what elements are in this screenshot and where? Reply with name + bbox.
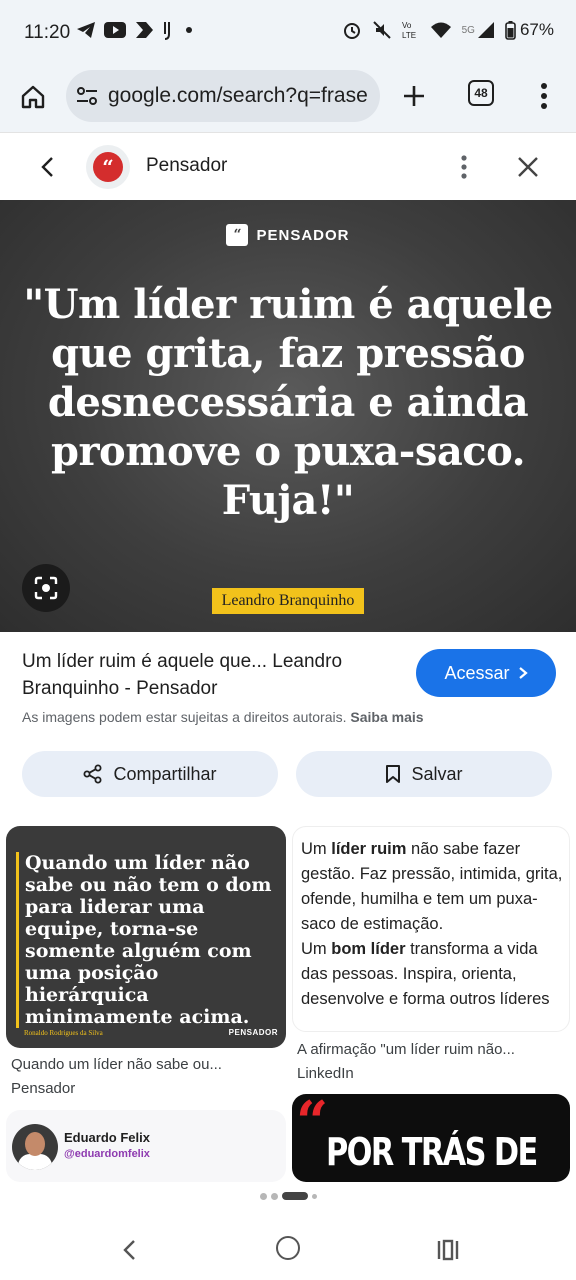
status-bar: 11:20 Vo LTE 5G 67% <box>0 0 576 66</box>
lens-button[interactable] <box>22 564 70 612</box>
browser-menu-button[interactable] <box>530 78 558 114</box>
card-text-part: Um <box>301 840 332 858</box>
card-text: Um líder ruim não sabe fazer gestão. Faz… <box>301 837 563 1012</box>
browser-toolbar: google.com/search?q=frase 48 <box>0 66 576 132</box>
main-quote-image[interactable]: “ PENSADOR "Um líder ruim é aquele que g… <box>0 200 576 632</box>
nav-home-button[interactable] <box>276 1236 300 1260</box>
wifi-icon <box>430 22 451 38</box>
youtube-icon <box>104 22 126 38</box>
author-name: Leandro Branquinho <box>211 588 365 614</box>
more-vert-icon <box>461 155 467 179</box>
close-icon <box>518 157 538 177</box>
card-image-author: Ronaldo Rodrigues da Silva <box>24 1029 103 1037</box>
card-caption[interactable]: A afirmação "um líder ruim não... <box>297 1041 565 1058</box>
home-icon <box>21 85 45 109</box>
card-profile-name: Eduardo Felix <box>64 1130 150 1145</box>
back-icon <box>123 1240 135 1260</box>
chevron-left-icon <box>41 157 53 177</box>
save-label: Salvar <box>411 763 463 784</box>
image-brand: “ PENSADOR <box>0 224 576 246</box>
avatar-face <box>25 1132 45 1156</box>
card-headline: POR TRÁS DE <box>326 1130 538 1174</box>
brand-text: PENSADOR <box>256 226 350 244</box>
share-label: Compartilhar <box>113 763 217 784</box>
dot-icon <box>186 27 192 33</box>
recents-icon <box>437 1239 459 1261</box>
author-badge: Leandro Branquinho <box>0 588 576 614</box>
card-text-bold: bom líder <box>331 940 406 958</box>
page-dot <box>259 1192 267 1200</box>
url-bar[interactable]: google.com/search?q=frase <box>66 70 380 122</box>
tab-switcher-button[interactable]: 48 <box>468 80 494 106</box>
related-image-card[interactable]: Quando um líder não sabe ou não tem o do… <box>6 826 286 1048</box>
share-button[interactable]: Compartilhar <box>22 751 278 797</box>
visit-label: Acessar <box>444 662 510 683</box>
signal-icon <box>477 22 494 38</box>
site-logo: “ <box>86 145 130 189</box>
result-title[interactable]: Um líder ruim é aquele que... Leandro Br… <box>22 648 402 702</box>
bookmark-icon <box>386 765 401 783</box>
panel-more-button[interactable] <box>450 151 478 183</box>
svg-text:Vo: Vo <box>402 21 412 30</box>
system-navigation-bar <box>0 1226 576 1280</box>
alarm-icon <box>343 23 360 39</box>
chevron-right-icon <box>518 667 528 679</box>
card-profile-handle: @eduardomfelix <box>64 1148 150 1160</box>
lens-icon <box>34 576 58 600</box>
site-settings-icon <box>77 87 97 105</box>
visit-button[interactable]: Acessar <box>416 649 556 697</box>
close-button[interactable] <box>512 151 544 183</box>
battery-icon <box>505 20 516 40</box>
rights-note: As imagens podem estar sujeitas a direit… <box>22 709 424 725</box>
page-dot <box>270 1192 278 1200</box>
status-system-icons: Vo LTE 5G 67% <box>342 20 554 40</box>
card-caption[interactable]: Quando um líder não sabe ou... <box>11 1056 283 1073</box>
share-icon <box>83 764 102 784</box>
card-quote: Quando um líder não sabe ou não tem o do… <box>16 852 278 1028</box>
card-text-part: Um <box>301 940 332 958</box>
related-image-card[interactable]: Um líder ruim não sabe fazer gestão. Faz… <box>292 826 570 1032</box>
url-text: google.com/search?q=frase <box>108 84 368 107</box>
volte-icon: VoLTE <box>402 21 416 40</box>
related-image-card[interactable]: “ POR TRÁS DE <box>292 1094 570 1182</box>
avatar <box>12 1124 58 1170</box>
arrow-icon <box>136 22 153 38</box>
pensador-logo-icon: “ <box>93 152 123 182</box>
back-button[interactable] <box>34 153 62 181</box>
save-button[interactable]: Salvar <box>296 751 552 797</box>
plus-icon <box>404 86 424 106</box>
svg-text:LTE: LTE <box>402 31 416 40</box>
status-notification-icons <box>76 20 194 40</box>
mute-icon <box>372 21 391 39</box>
status-time: 11:20 <box>24 22 71 43</box>
rights-text: As imagens podem estar sujeitas a direit… <box>22 709 347 725</box>
pensador-mark-icon: “ <box>226 224 249 246</box>
card-source: Pensador <box>11 1080 76 1097</box>
new-tab-button[interactable] <box>396 78 432 114</box>
page-dot <box>311 1193 317 1199</box>
more-vert-icon <box>541 83 547 109</box>
card-source: LinkedIn <box>297 1065 354 1082</box>
nav-back-button[interactable] <box>116 1236 144 1264</box>
page-dot-active <box>281 1192 308 1200</box>
page-indicator <box>0 1192 576 1200</box>
network-type: 5G <box>461 24 475 36</box>
app-icon <box>164 22 170 40</box>
site-name: Pensador <box>146 155 228 176</box>
learn-more-link[interactable]: Saiba mais <box>350 709 423 725</box>
telegram-icon <box>77 22 95 38</box>
avatar-body <box>18 1154 52 1170</box>
card-image-brand: PENSADOR <box>228 1028 278 1037</box>
image-quote: "Um líder ruim é aquele que grita, faz p… <box>23 281 553 524</box>
related-image-card[interactable]: Eduardo Felix @eduardomfelix <box>6 1110 286 1182</box>
image-panel-header: “ Pensador <box>0 132 576 200</box>
battery-level: 67% <box>519 20 554 39</box>
quote-mark-icon: “ <box>296 1094 329 1155</box>
nav-recents-button[interactable] <box>434 1236 462 1264</box>
card-text-bold: líder ruim <box>331 840 407 858</box>
home-button[interactable] <box>16 80 50 114</box>
